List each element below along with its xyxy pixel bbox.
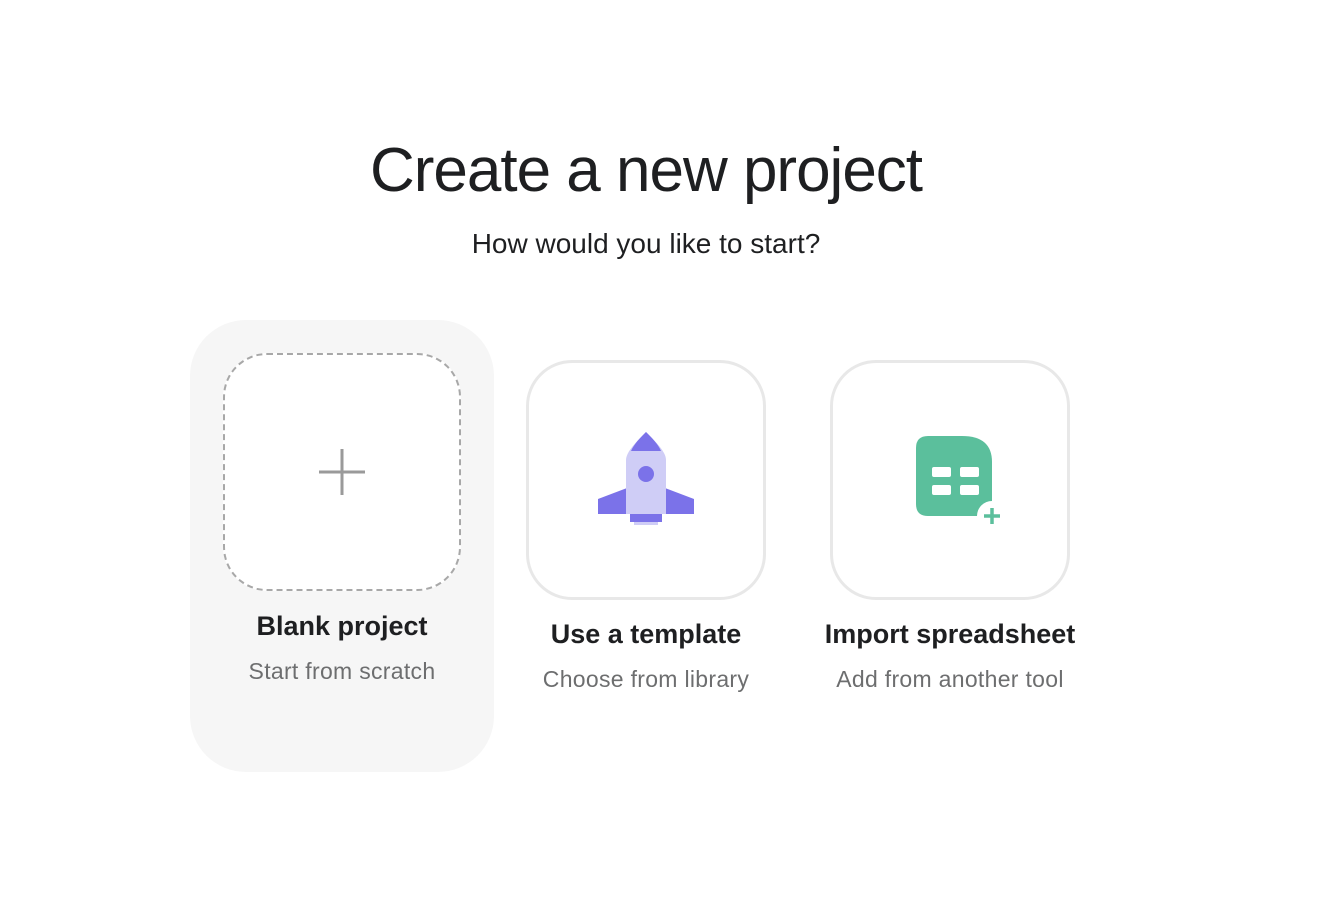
plus-icon bbox=[319, 449, 365, 495]
page-title: Create a new project bbox=[369, 136, 923, 205]
create-project-page: Create a new project How would you like … bbox=[0, 0, 1322, 908]
import-spreadsheet-option[interactable]: Import spreadsheet Add from another tool bbox=[798, 320, 1102, 772]
use-template-description: Choose from library bbox=[542, 666, 750, 692]
blank-project-option[interactable]: Blank project Start from scratch bbox=[190, 320, 494, 772]
blank-project-label: Blank project bbox=[256, 611, 428, 641]
import-spreadsheet-tile[interactable] bbox=[830, 360, 1070, 600]
blank-project-description: Start from scratch bbox=[248, 658, 436, 684]
use-template-label: Use a template bbox=[550, 619, 742, 649]
use-template-option[interactable]: Use a template Choose from library bbox=[494, 320, 798, 772]
use-template-tile[interactable] bbox=[526, 360, 766, 600]
page-subtitle: How would you like to start? bbox=[471, 228, 821, 259]
blank-project-tile[interactable] bbox=[223, 353, 461, 591]
import-spreadsheet-label: Import spreadsheet bbox=[824, 619, 1076, 649]
rocket-icon bbox=[598, 432, 694, 525]
spreadsheet-import-icon bbox=[916, 436, 1000, 530]
import-spreadsheet-description: Add from another tool bbox=[836, 666, 1064, 692]
